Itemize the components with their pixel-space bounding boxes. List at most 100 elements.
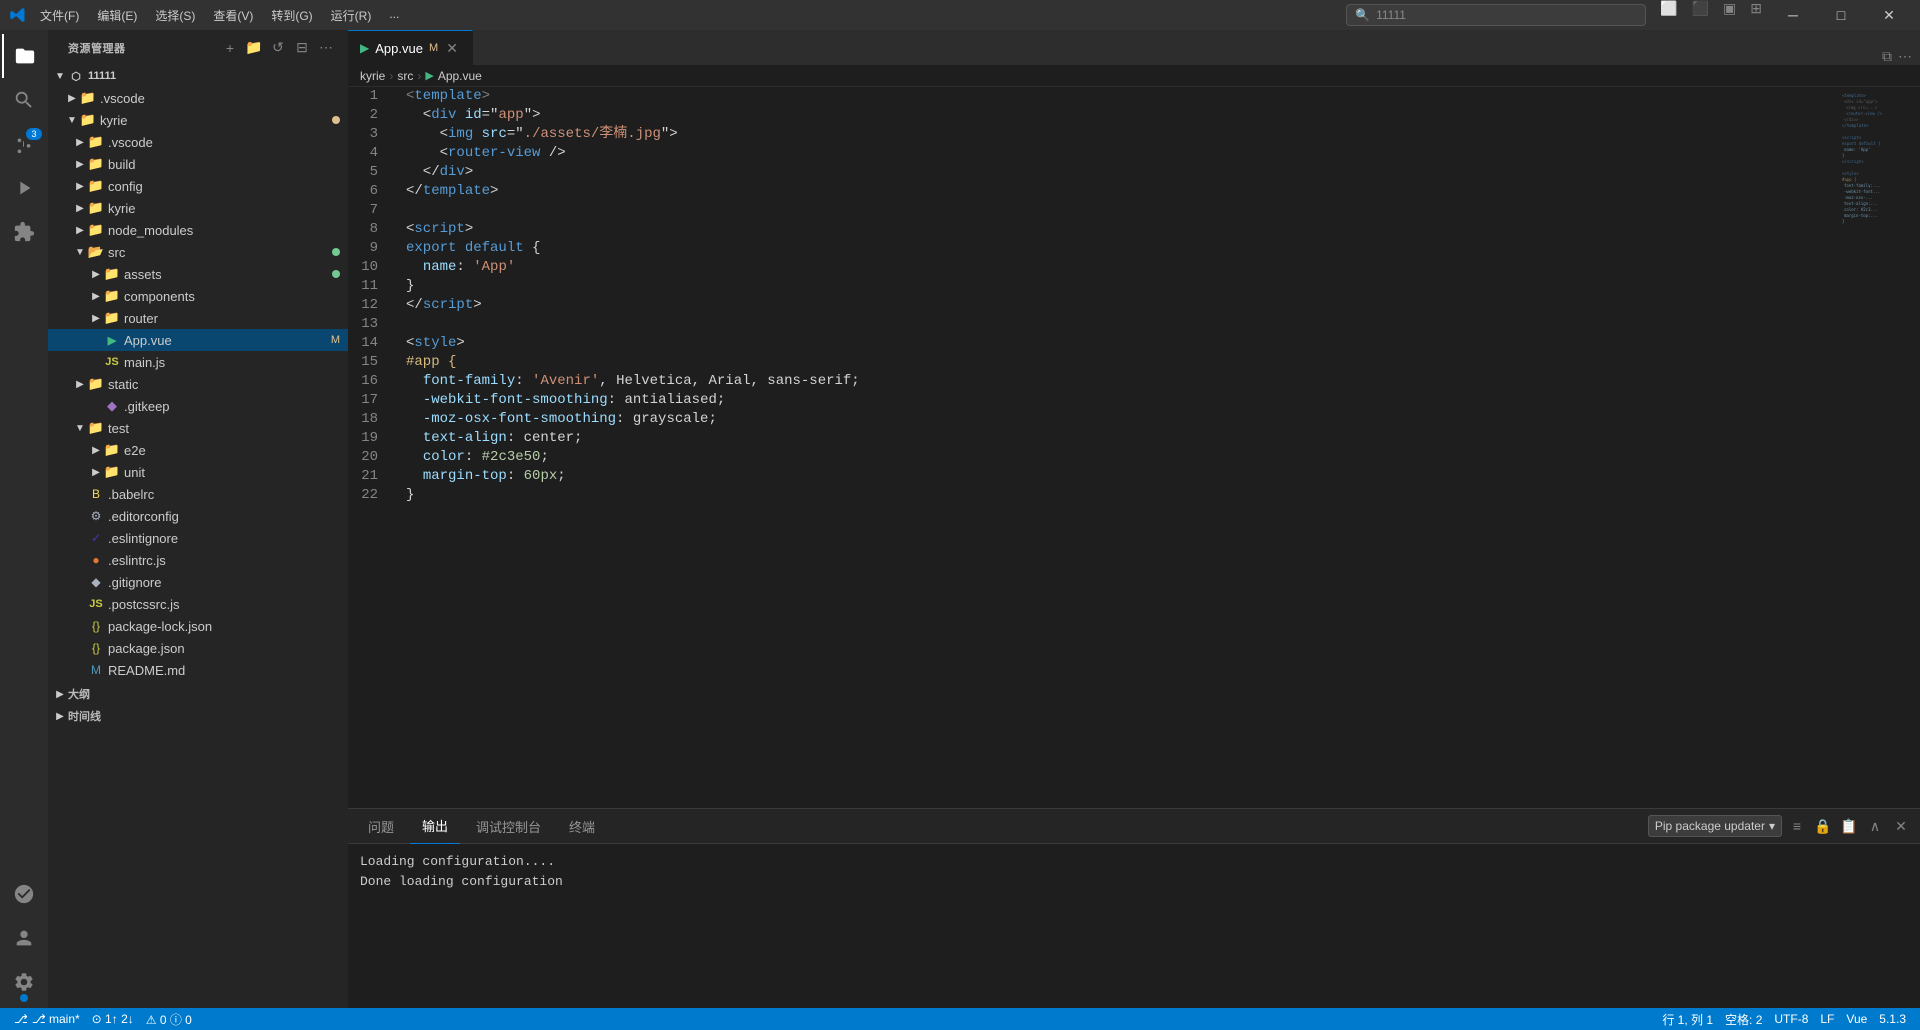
sidebar-item-kyrie[interactable]: ▼ 📁 kyrie — [48, 109, 348, 131]
vscode-logo — [8, 5, 28, 25]
panel-lock-icon[interactable]: 🔒 — [1812, 815, 1834, 837]
activity-settings[interactable] — [2, 960, 46, 1004]
sidebar-item-vscode[interactable]: ▶ 📁 .vscode — [48, 87, 348, 109]
new-folder-button[interactable]: 📁 — [244, 38, 264, 58]
sidebar-item-config[interactable]: ▶ 📁 config — [48, 175, 348, 197]
sidebar-label-test: test — [108, 421, 340, 436]
titlebar-search[interactable]: 🔍 11111 — [1346, 4, 1646, 26]
layout-icon-3[interactable]: ▣ — [1717, 0, 1742, 30]
activity-remote[interactable] — [2, 872, 46, 916]
new-file-button[interactable]: + — [220, 38, 240, 58]
panel-close-icon[interactable]: ✕ — [1890, 815, 1912, 837]
close-button[interactable]: ✕ — [1866, 0, 1912, 30]
src-arrow: ▼ — [72, 247, 88, 258]
maximize-button[interactable]: □ — [1818, 0, 1864, 30]
status-bar: ⎇ ⎇ main* ⊙ 1↑ 2↓ ⚠ 0 ⓘ 0 行 1, 列 1 空格: 2… — [0, 1008, 1920, 1030]
sidebar-item-static[interactable]: ▶ 📁 static — [48, 373, 348, 395]
sidebar-item-eslintignore[interactable]: ✓ .eslintignore — [48, 527, 348, 549]
status-indent[interactable]: 空格: 2 — [1719, 1008, 1768, 1030]
breadcrumb-file[interactable]: App.vue — [438, 69, 482, 83]
status-line-ending[interactable]: LF — [1814, 1008, 1840, 1030]
code-editor[interactable]: 1 2 3 4 5 6 7 8 9 10 11 12 13 14 15 16 1 — [348, 87, 1920, 808]
status-branch[interactable]: ⎇ ⎇ main* — [8, 1008, 86, 1030]
kyrie-vscode-arrow: ▶ — [72, 137, 88, 148]
sidebar-item-components[interactable]: ▶ 📁 components — [48, 285, 348, 307]
sidebar-item-main-js[interactable]: JS main.js — [48, 351, 348, 373]
status-encoding[interactable]: UTF-8 — [1768, 1008, 1814, 1030]
sidebar-item-babelrc[interactable]: B .babelrc — [48, 483, 348, 505]
gitkeep-icon: ◆ — [104, 398, 120, 414]
breadcrumb-kyrie[interactable]: kyrie — [360, 69, 385, 83]
sidebar-item-gitkeep[interactable]: ◆ .gitkeep — [48, 395, 348, 417]
menu-edit[interactable]: 编辑(E) — [89, 5, 145, 26]
sidebar-item-package-json[interactable]: {} package.json — [48, 637, 348, 659]
split-editor-icon[interactable]: ⧉ — [1882, 48, 1892, 65]
menu-run[interactable]: 运行(R) — [323, 5, 380, 26]
tabs-bar: ▶ App.vue M ✕ ⧉ ⋯ — [348, 30, 1920, 65]
sidebar-item-test[interactable]: ▼ 📁 test — [48, 417, 348, 439]
sidebar-item-assets[interactable]: ▶ 📁 assets — [48, 263, 348, 285]
assets-icon: 📁 — [104, 266, 120, 282]
sidebar-item-router[interactable]: ▶ 📁 router — [48, 307, 348, 329]
panel-tab-problems[interactable]: 问题 — [356, 809, 406, 844]
sidebar-item-postcssrc[interactable]: JS .postcssrc.js — [48, 593, 348, 615]
panel-content[interactable]: Loading configuration.... Done loading c… — [348, 844, 1920, 1008]
sidebar-item-kyrie-vscode[interactable]: ▶ 📁 .vscode — [48, 131, 348, 153]
sidebar-item-package-lock[interactable]: {} package-lock.json — [48, 615, 348, 637]
menu-file[interactable]: 文件(F) — [32, 5, 87, 26]
panel-tab-terminal[interactable]: 终端 — [557, 809, 607, 844]
sidebar-item-e2e[interactable]: ▶ 📁 e2e — [48, 439, 348, 461]
sidebar-item-kyrie-sub[interactable]: ▶ 📁 kyrie — [48, 197, 348, 219]
sidebar-item-unit[interactable]: ▶ 📁 unit — [48, 461, 348, 483]
breadcrumb-src[interactable]: src — [397, 69, 413, 83]
panel-tabs: 问题 输出 调试控制台 终端 Pip package updater ▾ ≡ 🔒… — [348, 809, 1920, 844]
app-vue-modified: M — [327, 334, 340, 346]
minimize-button[interactable]: ─ — [1770, 0, 1816, 30]
activity-explorer[interactable] — [2, 34, 46, 78]
status-language[interactable]: Vue — [1840, 1008, 1873, 1030]
tab-close-app-vue[interactable]: ✕ — [444, 40, 460, 56]
refresh-button[interactable]: ↺ — [268, 38, 288, 58]
tab-app-vue[interactable]: ▶ App.vue M ✕ — [348, 30, 473, 65]
sidebar-item-eslintrc[interactable]: ● .eslintrc.js — [48, 549, 348, 571]
sidebar-item-readme[interactable]: M README.md — [48, 659, 348, 681]
sidebar-item-app-vue[interactable]: ▶ App.vue M — [48, 329, 348, 351]
status-problems[interactable]: ⚠ 0 ⓘ 0 — [140, 1008, 198, 1030]
panel-maximize-icon[interactable]: ∧ — [1864, 815, 1886, 837]
panel-copy-icon[interactable]: 📋 — [1838, 815, 1860, 837]
code-content[interactable]: <template> <div id="app"> <img src="./as… — [398, 87, 1840, 808]
layout-icon-2[interactable]: ⬛ — [1686, 0, 1715, 30]
svg-text:<router-view />: <router-view /> — [1846, 111, 1883, 116]
sidebar-item-editorconfig[interactable]: ⚙ .editorconfig — [48, 505, 348, 527]
sidebar-label-e2e: e2e — [124, 443, 340, 458]
layout-icon-4[interactable]: ⊞ — [1744, 0, 1768, 30]
tree-root[interactable]: ▼ ⬡ 11111 — [48, 65, 348, 87]
activity-source-control[interactable]: 3 — [2, 122, 46, 166]
menu-go[interactable]: 转到(G) — [263, 5, 320, 26]
status-sync[interactable]: ⊙ 1↑ 2↓ — [86, 1008, 140, 1030]
activity-search[interactable] — [2, 78, 46, 122]
sidebar-item-src[interactable]: ▼ 📂 src — [48, 241, 348, 263]
sidebar-item-gitignore[interactable]: ◆ .gitignore — [48, 571, 348, 593]
sidebar-item-outline[interactable]: ▶ 大纲 — [48, 683, 348, 705]
menu-select[interactable]: 选择(S) — [147, 5, 203, 26]
sidebar-item-timeline[interactable]: ▶ 时间线 — [48, 705, 348, 727]
branch-icon: ⎇ — [14, 1012, 28, 1026]
collapse-button[interactable]: ⊟ — [292, 38, 312, 58]
layout-icon-1[interactable]: ⬜ — [1654, 0, 1683, 30]
activity-extensions[interactable] — [2, 210, 46, 254]
sidebar-item-node-modules[interactable]: ▶ 📁 node_modules — [48, 219, 348, 241]
more-editor-icon[interactable]: ⋯ — [1898, 48, 1912, 65]
status-cursor[interactable]: 行 1, 列 1 — [1656, 1008, 1719, 1030]
panel-tab-debug[interactable]: 调试控制台 — [464, 809, 553, 844]
menu-view[interactable]: 查看(V) — [205, 5, 261, 26]
activity-run[interactable] — [2, 166, 46, 210]
panel-filter-icon[interactable]: ≡ — [1786, 815, 1808, 837]
status-version[interactable]: 5.1.3 — [1873, 1008, 1912, 1030]
output-dropdown[interactable]: Pip package updater ▾ — [1648, 815, 1782, 837]
menu-more[interactable]: ... — [381, 5, 407, 26]
activity-account[interactable] — [2, 916, 46, 960]
sidebar-item-build[interactable]: ▶ 📁 build — [48, 153, 348, 175]
more-actions-button[interactable]: ⋯ — [316, 38, 336, 58]
panel-tab-output[interactable]: 输出 — [410, 809, 460, 844]
